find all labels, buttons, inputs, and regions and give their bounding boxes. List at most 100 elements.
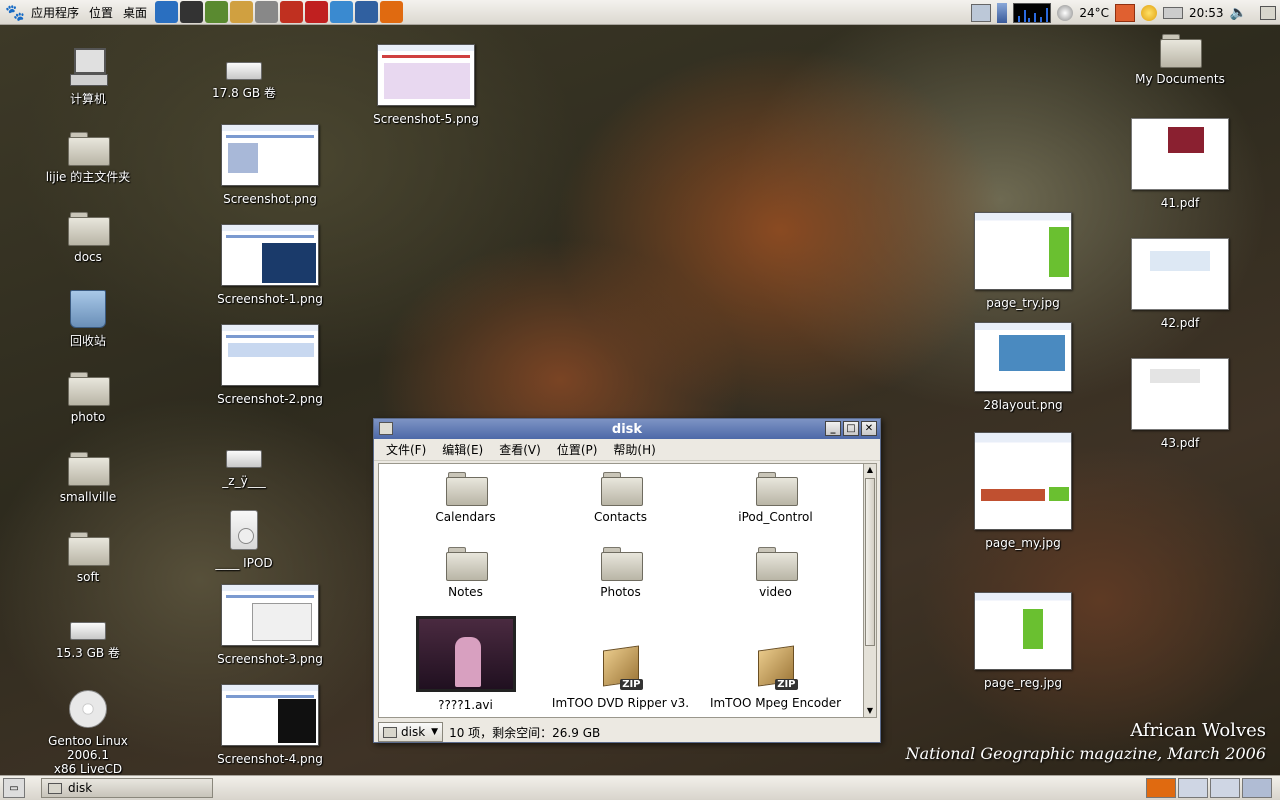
penguin-qq-icon[interactable] <box>280 1 304 23</box>
world-globe-icon[interactable] <box>155 1 179 23</box>
person-icon[interactable] <box>230 1 254 23</box>
desktop-icon-home[interactable]: lijie 的主文件夹 <box>33 130 143 184</box>
status-bar: disk ▼ 10 项，剩余空间：26.9 GB <box>378 721 600 743</box>
blue-puzzle-icon[interactable] <box>330 1 354 23</box>
desktop-icon-screenshot-4[interactable]: Screenshot-4.png <box>215 684 325 766</box>
desktop-icon-screenshot[interactable]: Screenshot.png <box>215 124 325 206</box>
desktop-icon-volume-17gb[interactable]: 17.8 GB 卷 <box>189 52 299 100</box>
desktop-icon-label: Screenshot-3.png <box>217 652 323 666</box>
text-editor-icon[interactable] <box>255 1 279 23</box>
desktop-icon-computer[interactable]: 计算机 <box>33 48 143 106</box>
wallpaper-caption-source: National Geographic magazine, March 2006 <box>905 744 1266 763</box>
vertical-scrollbar[interactable]: ▲ ▼ <box>863 463 877 718</box>
desktop-icon-volume-15gb[interactable]: 15.3 GB 卷 <box>33 612 143 660</box>
desktop-icon-label: Screenshot-4.png <box>217 752 323 766</box>
file-item-ipod-control[interactable]: iPod_Control <box>698 470 853 524</box>
firefox-icon[interactable] <box>380 1 404 23</box>
file-view[interactable]: Calendars Contacts iPod_Control Notes Ph… <box>378 463 869 718</box>
file-item-calendars[interactable]: Calendars <box>388 470 543 524</box>
desktop-icon-41-pdf[interactable]: 41.pdf <box>1125 118 1235 210</box>
menu-edit[interactable]: 编辑(E) <box>434 441 491 458</box>
battery-icon[interactable] <box>997 2 1008 23</box>
menu-file[interactable]: 文件(F) <box>378 441 434 458</box>
desktop-icon-screenshot-1[interactable]: Screenshot-1.png <box>215 224 325 306</box>
printer-icon[interactable] <box>1162 6 1183 19</box>
workspace-1[interactable] <box>1178 778 1208 798</box>
desktop-icon-usb-drive[interactable]: _z_ÿ___ <box>189 440 299 488</box>
close-button[interactable]: ✕ <box>861 421 877 436</box>
scrollbar-thumb[interactable] <box>865 478 875 646</box>
desktop-icon-trash[interactable]: 回收站 <box>33 290 143 348</box>
menu-view[interactable]: 查看(V) <box>491 441 549 458</box>
firefox-icon[interactable] <box>1146 778 1176 798</box>
desktop-icon-livecd[interactable]: Gentoo Linux 2006.1 x86 LiveCD <box>26 690 150 776</box>
desktop-icon-page-my[interactable]: page_my.jpg <box>968 432 1078 550</box>
menu-places[interactable]: 位置 <box>84 4 118 21</box>
menu-go[interactable]: 位置(P) <box>549 441 606 458</box>
network-monitor-icon[interactable] <box>971 3 992 22</box>
minimize-button[interactable]: _ <box>825 421 841 436</box>
window-titlebar[interactable]: disk _ □ ✕ <box>374 419 880 439</box>
file-item-contacts[interactable]: Contacts <box>543 470 698 524</box>
file-item-label: ImTOO DVD Ripper v3. <box>551 696 690 710</box>
desktop-icon-ipod[interactable]: ____ IPOD <box>189 510 299 570</box>
desktop-icon-smallville[interactable]: smallville <box>33 450 143 504</box>
desktop-icon-label: lijie 的主文件夹 <box>45 170 131 184</box>
places-folder-icon[interactable] <box>1260 5 1276 20</box>
workspace-3[interactable] <box>1242 778 1272 798</box>
location-selector[interactable]: disk ▼ <box>378 722 444 742</box>
menu-help[interactable]: 帮助(H) <box>605 441 663 458</box>
desktop-icon-label: Screenshot-1.png <box>217 292 323 306</box>
image-thumbnail <box>221 584 319 646</box>
workspace-2[interactable] <box>1210 778 1240 798</box>
gnome-foot-icon[interactable]: 🐾 <box>4 1 26 23</box>
books-icon[interactable] <box>205 1 229 23</box>
desktop-icon-page-reg[interactable]: page_reg.jpg <box>968 592 1078 690</box>
desktop-icon-42-pdf[interactable]: 42.pdf <box>1125 238 1235 330</box>
scroll-up-arrow-icon[interactable]: ▲ <box>865 464 875 476</box>
desktop-icon-label: Gentoo Linux 2006.1 x86 LiveCD <box>48 734 128 776</box>
red-app-icon[interactable] <box>305 1 329 23</box>
volume-icon[interactable]: 🔈 <box>1230 5 1247 21</box>
desktop-icon-screenshot-3[interactable]: Screenshot-3.png <box>215 584 325 666</box>
menu-desktop[interactable]: 桌面 <box>118 4 152 21</box>
weather-icon[interactable] <box>1057 4 1074 21</box>
file-item-label: ????1.avi <box>438 698 493 712</box>
taskbar-window-disk[interactable]: disk <box>41 778 213 798</box>
media-player-icon[interactable] <box>1114 3 1135 22</box>
show-desktop-icon[interactable]: ▭ <box>3 778 25 798</box>
file-item-photos[interactable]: Photos <box>543 545 698 599</box>
sun-icon[interactable] <box>1140 4 1157 21</box>
desktop-icon-screenshot-5[interactable]: Screenshot-5.png <box>371 44 481 126</box>
image-thumbnail <box>974 432 1072 530</box>
temperature[interactable]: 24°C <box>1079 6 1109 20</box>
desktop-icon-soft[interactable]: soft <box>33 530 143 584</box>
file-item-dvd-ripper[interactable]: ZIP ImTOO DVD Ripper v3. <box>543 646 698 710</box>
folder-icon <box>755 470 798 506</box>
file-item-notes[interactable]: Notes <box>388 545 543 599</box>
menu-applications[interactable]: 应用程序 <box>26 4 84 21</box>
file-item-mpeg-encoder[interactable]: ZIP ImTOO Mpeg Encoder <box>698 646 853 710</box>
scroll-down-arrow-icon[interactable]: ▼ <box>865 705 875 717</box>
desktop-icon-28layout[interactable]: 28layout.png <box>968 322 1078 412</box>
clock[interactable]: 20:53 <box>1189 6 1224 20</box>
desktop-icon-docs[interactable]: docs <box>33 210 143 264</box>
file-item-video[interactable]: video <box>698 545 853 599</box>
file-item-avi[interactable]: ????1.avi <box>388 616 543 712</box>
cpu-graph[interactable] <box>1013 2 1052 23</box>
desktop-icon-43-pdf[interactable]: 43.pdf <box>1125 358 1235 450</box>
desktop-icon-label: 计算机 <box>69 92 106 106</box>
desktop-icon-label: photo <box>70 410 106 424</box>
maximize-button[interactable]: □ <box>843 421 859 436</box>
bottom-panel: ▭ disk <box>0 775 1280 800</box>
usb-drive-icon <box>226 450 262 468</box>
desktop-icon-label: 15.3 GB 卷 <box>56 646 120 660</box>
home-folder-icon <box>68 130 110 166</box>
desktop-icon-photo[interactable]: photo <box>33 370 143 424</box>
desktop-icon-page-try[interactable]: page_try.jpg <box>968 212 1078 310</box>
file-item-label: ImTOO Mpeg Encoder <box>709 696 842 710</box>
desktop-icon-screenshot-2[interactable]: Screenshot-2.png <box>215 324 325 406</box>
network-tool-icon[interactable] <box>355 1 379 23</box>
desktop-icon-my-documents[interactable]: My Documents <box>1125 32 1235 86</box>
terminal-icon[interactable] <box>180 1 204 23</box>
